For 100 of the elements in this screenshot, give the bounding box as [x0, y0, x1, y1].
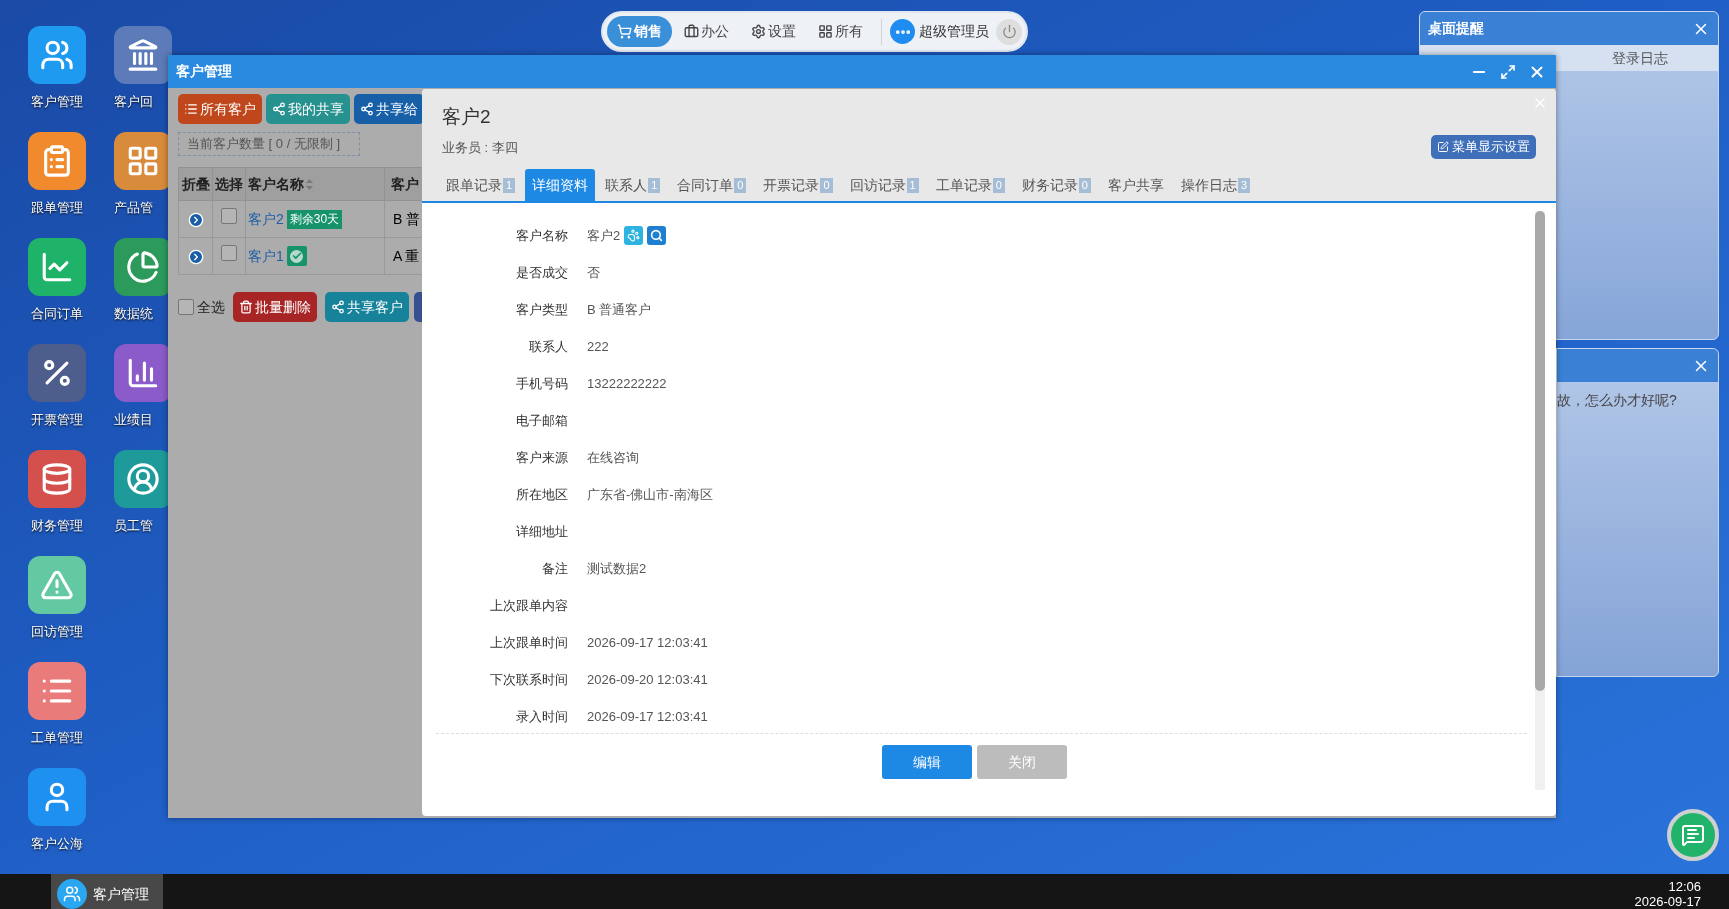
users-icon: [57, 879, 87, 909]
app-label: 业绩目: [114, 411, 153, 429]
pie-chart-icon: [126, 250, 160, 284]
toolbar-button[interactable]: 所有客户: [178, 94, 262, 124]
chat-button[interactable]: [1667, 809, 1719, 861]
app-icon[interactable]: [28, 344, 86, 402]
field-label: 手机号码: [515, 374, 568, 393]
menu-tab[interactable]: 办公: [674, 16, 739, 47]
detail-tab[interactable]: 工单记录 0: [928, 169, 1012, 201]
field-value: B 普通客户: [587, 300, 652, 319]
app-icon[interactable]: [28, 238, 86, 296]
app-label: 数据统: [114, 305, 153, 323]
menu-settings-button[interactable]: 菜单显示设置: [1431, 135, 1536, 159]
detail-tab[interactable]: 详细资料: [525, 169, 596, 201]
share-icon: [331, 300, 345, 314]
user-name: 超级管理员: [919, 22, 989, 41]
app-label: 客户管理: [31, 93, 83, 111]
field-label: 所在地区: [515, 485, 568, 504]
share-icon: [272, 102, 286, 116]
field-label: 详细地址: [515, 522, 568, 541]
app-label: 跟单管理: [31, 199, 83, 217]
share-icon: [360, 102, 374, 116]
taskbar-item[interactable]: 客户管理: [51, 874, 163, 909]
clock-date: 2026-09-17: [1634, 894, 1701, 909]
menu-tab[interactable]: 销售: [607, 16, 672, 47]
action-button[interactable]: 批量删除: [233, 292, 317, 322]
count-badge: 0: [734, 177, 747, 193]
message-text: 故，怎么办才好呢?: [1557, 391, 1678, 410]
grid-icon: [818, 24, 833, 39]
field-value: 在线咨询: [587, 448, 639, 467]
customer-count: 当前客户数量 [ 0 / 无限制 ]: [178, 132, 360, 156]
expand-icon[interactable]: [187, 211, 204, 228]
days-left-badge: 剩余30天: [286, 209, 343, 229]
field-label: 上次跟单时间: [489, 633, 568, 652]
menu-tab[interactable]: 设置: [741, 16, 806, 47]
app-icon[interactable]: [28, 450, 86, 508]
field-value: 广东省-佛山市-南海区: [587, 485, 713, 504]
detail-tab[interactable]: 联系人 1: [598, 169, 668, 201]
search-icon[interactable]: [647, 226, 667, 245]
dialog-title: 客户2: [442, 105, 492, 129]
table-cell: B 普: [393, 210, 421, 227]
count-badge: 1: [648, 177, 661, 193]
app-label: 客户公海: [31, 835, 83, 853]
line-chart-icon: [40, 250, 74, 284]
detail-tab[interactable]: 财务记录 0: [1014, 169, 1098, 201]
field-value: 否: [587, 263, 600, 282]
detail-tab[interactable]: 合同订单 0: [670, 169, 754, 201]
maximize-icon[interactable]: [1500, 63, 1516, 80]
column-header: 折叠: [181, 174, 210, 194]
warning-icon: [40, 568, 74, 602]
list-icon: [184, 102, 198, 116]
app-icon[interactable]: [28, 768, 86, 826]
bank-icon: [126, 38, 160, 72]
count-badge: 1: [503, 177, 516, 193]
expand-icon[interactable]: [187, 248, 204, 265]
window-title: 客户管理: [176, 62, 232, 81]
power-button[interactable]: [996, 18, 1022, 45]
panel-title: 桌面提醒: [1428, 19, 1484, 38]
field-label: 是否成交: [515, 263, 568, 282]
field-label: 备注: [541, 559, 568, 578]
scrollbar[interactable]: [1535, 211, 1545, 790]
detail-tab[interactable]: 操作日志 3: [1173, 169, 1257, 201]
panel-tab[interactable]: 登录日志: [1612, 47, 1668, 69]
field-label: 客户类型: [515, 300, 568, 319]
action-button[interactable]: 共享客户: [325, 292, 409, 322]
toolbar-button[interactable]: 我的共享: [266, 94, 350, 124]
detail-tab[interactable]: 跟单记录 1: [439, 169, 523, 201]
app-icon[interactable]: [28, 556, 86, 614]
app-icon[interactable]: [114, 26, 172, 84]
table-cell: A 重: [393, 247, 420, 264]
toolbar-button[interactable]: 共享给: [354, 94, 422, 124]
app-label: 员工管: [114, 517, 153, 535]
field-value: 2026-09-17 12:03:41: [587, 633, 708, 652]
field-label: 客户名称: [515, 226, 568, 245]
users-icon: [40, 38, 74, 72]
field-value: 客户2: [587, 226, 621, 245]
field-label: 电子邮箱: [515, 411, 568, 430]
field-value: 2026-09-20 12:03:41: [587, 670, 708, 689]
field-label: 联系人: [528, 337, 568, 356]
field-label: 客户来源: [515, 448, 568, 467]
app-label: 合同订单: [31, 305, 83, 323]
field-value: 222: [587, 337, 609, 356]
edit-button[interactable]: 编辑: [882, 745, 972, 779]
row-checkbox[interactable]: [221, 245, 237, 261]
row-checkbox[interactable]: [221, 208, 237, 224]
user-icon: [126, 462, 160, 496]
select-all-checkbox[interactable]: 全选: [178, 296, 225, 318]
cart-icon: [617, 24, 632, 39]
app-icon[interactable]: [28, 662, 86, 720]
app-label: 客户回: [114, 93, 153, 111]
edit-icon: [1437, 141, 1449, 153]
detail-tab[interactable]: 回访记录 1: [842, 169, 926, 201]
app-icon[interactable]: [28, 132, 86, 190]
detail-tab[interactable]: 客户共享: [1100, 169, 1171, 201]
column-header: 选择: [215, 174, 243, 194]
user-menu[interactable]: 超级管理员: [890, 19, 989, 44]
detail-tab[interactable]: 开票记录 0: [756, 169, 840, 201]
menu-tab[interactable]: 所有: [808, 16, 873, 47]
app-icon[interactable]: [28, 26, 86, 84]
app-label: 财务管理: [31, 517, 83, 535]
